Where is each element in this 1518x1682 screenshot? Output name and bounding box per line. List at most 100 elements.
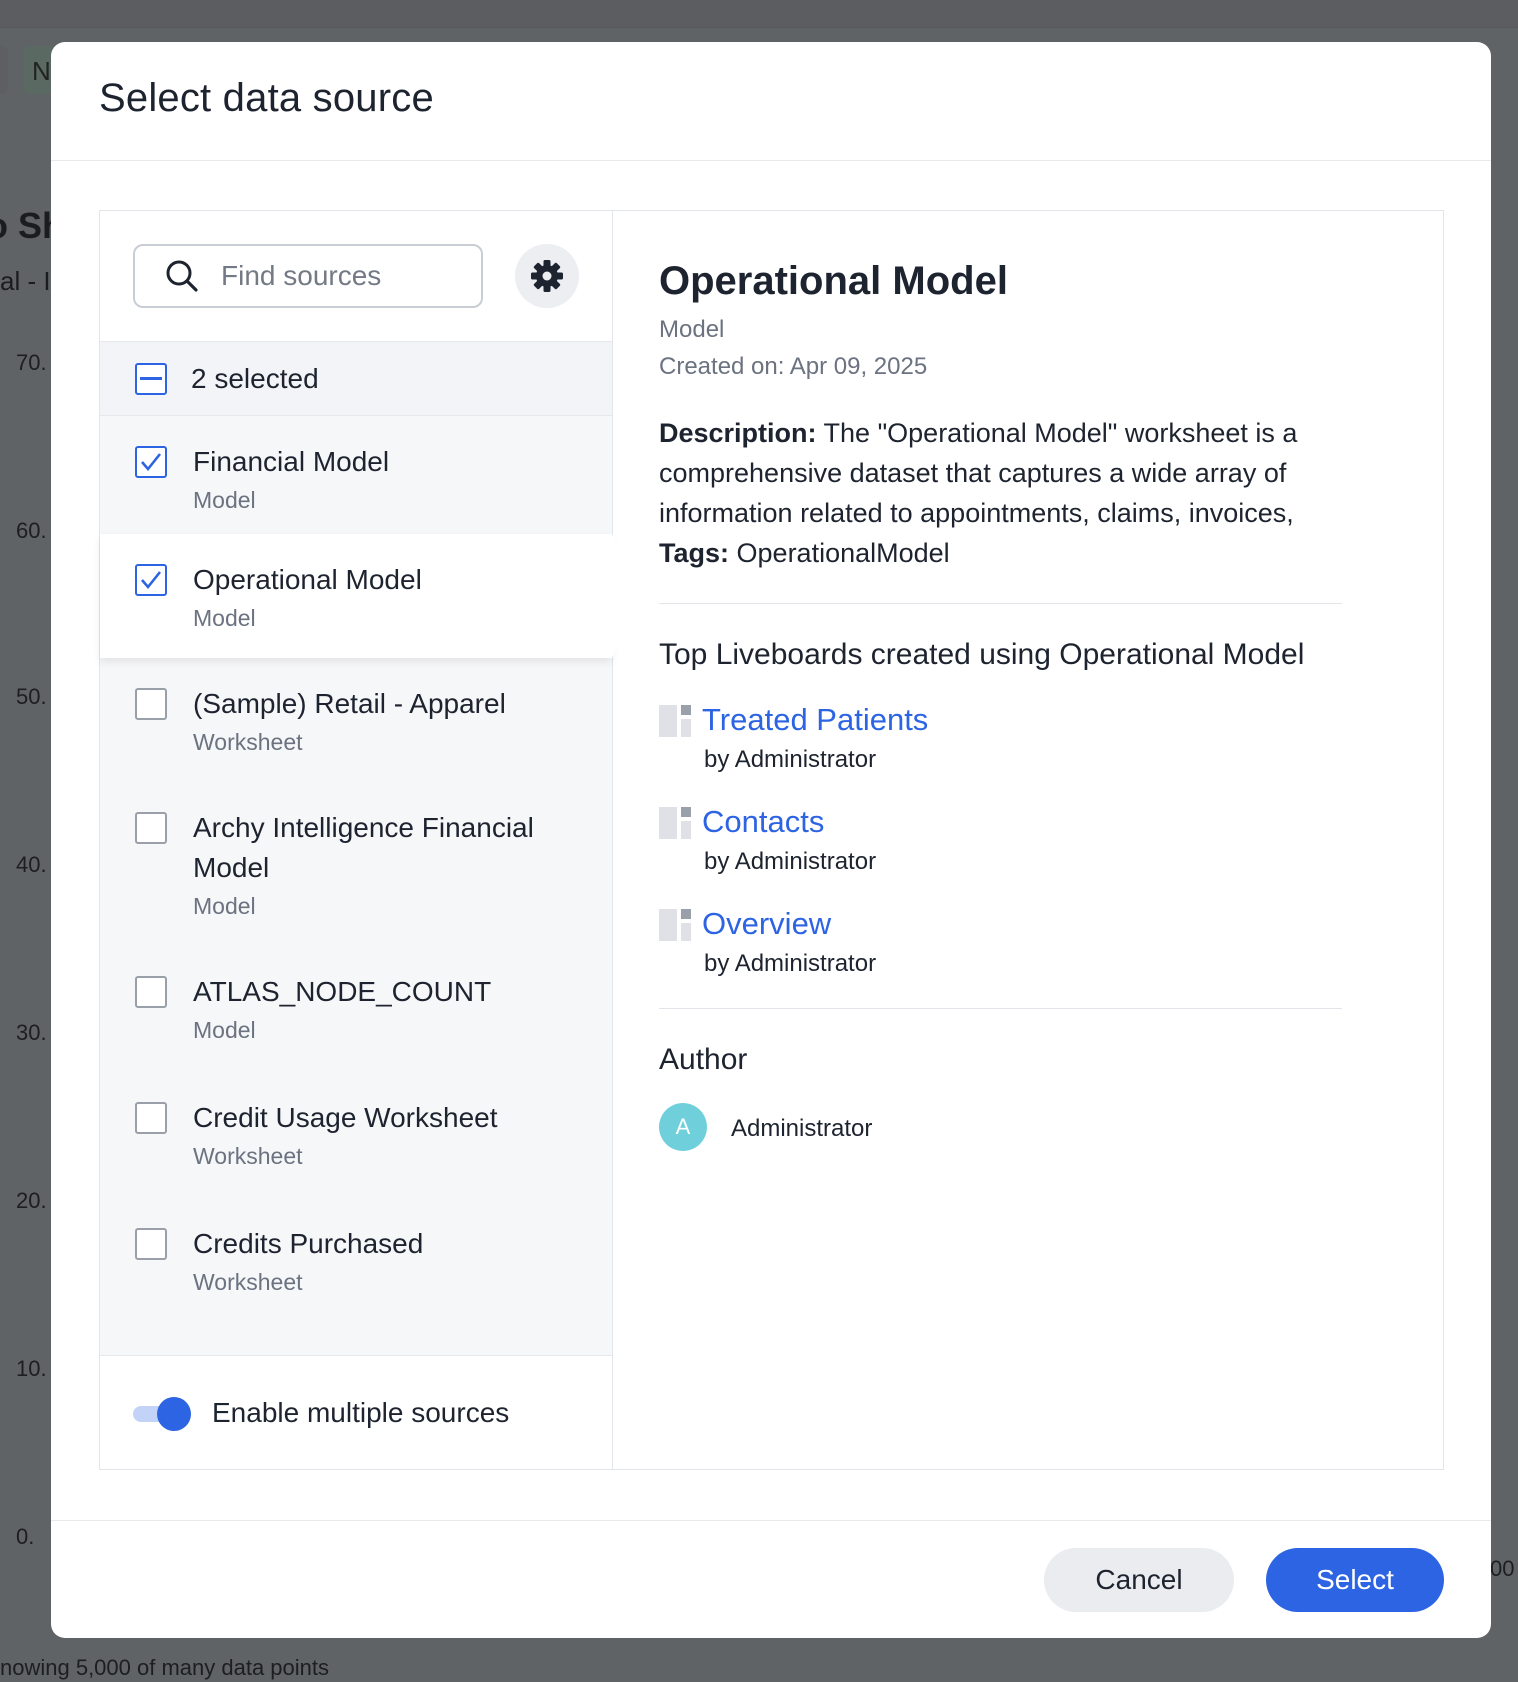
selection-summary-row: 2 selected bbox=[100, 342, 612, 416]
background-y-tick: 20. bbox=[16, 1188, 47, 1213]
source-item-atlas-node-count[interactable]: ATLAS_NODE_COUNT Model bbox=[100, 946, 612, 1072]
source-checkbox[interactable] bbox=[135, 976, 167, 1008]
background-y-tick: 40. bbox=[16, 852, 47, 877]
avatar: A bbox=[659, 1103, 707, 1151]
source-item-text: Credits Purchased Worksheet bbox=[193, 1224, 423, 1318]
background-subtitle: al - I bbox=[0, 266, 51, 296]
cancel-button[interactable]: Cancel bbox=[1044, 1548, 1234, 1612]
description-label: Description: bbox=[659, 418, 817, 448]
source-item-sample-retail-apparel[interactable]: (Sample) Retail - Apparel Worksheet bbox=[100, 658, 612, 782]
select-data-source-modal: Select data source Find sources 2 select… bbox=[51, 42, 1491, 1638]
background-footer-text: nowing 5,000 of many data points bbox=[0, 1655, 330, 1680]
source-name: (Sample) Retail - Apparel bbox=[193, 688, 506, 719]
author-name: Administrator bbox=[731, 1115, 873, 1142]
liveboard-item: Overview by Administrator bbox=[659, 906, 1397, 978]
search-input[interactable] bbox=[221, 260, 451, 292]
liveboard-row: Overview bbox=[659, 906, 1397, 942]
modal-footer: Cancel Select bbox=[51, 1520, 1491, 1638]
background-pill-edge bbox=[0, 46, 8, 94]
detail-description: Description: The "Operational Model" wor… bbox=[659, 413, 1397, 533]
liveboard-author: by Administrator bbox=[704, 848, 877, 875]
detail-created-date: Created on: Apr 09, 2025 bbox=[659, 353, 928, 380]
source-item-financial-model[interactable]: Financial Model Model bbox=[100, 416, 612, 534]
background-y-tick: 60. bbox=[16, 518, 47, 543]
source-type: Model bbox=[193, 1017, 256, 1043]
settings-button[interactable] bbox=[515, 244, 579, 308]
indeterminate-icon bbox=[140, 377, 162, 380]
source-item-text: Operational Model Model bbox=[193, 560, 422, 658]
liveboard-link-contacts[interactable]: Contacts bbox=[702, 804, 824, 840]
selected-count-label: 2 selected bbox=[191, 362, 319, 394]
source-name: Credits Purchased bbox=[193, 1228, 424, 1259]
source-details-panel: Operational Model Model Created on: Apr … bbox=[613, 211, 1443, 1469]
source-checkbox[interactable] bbox=[135, 688, 167, 720]
background-y-tick: 70. bbox=[16, 350, 47, 375]
source-name: Archy Intelligence Financial Model bbox=[193, 812, 534, 883]
source-checkbox[interactable] bbox=[135, 564, 167, 596]
multiple-sources-toggle[interactable] bbox=[133, 1396, 191, 1431]
detail-title: Operational Model bbox=[659, 259, 1008, 303]
sources-panel: 2 selected Financial Model Model bbox=[100, 211, 638, 1469]
detail-tags: Tags: OperationalModel bbox=[659, 533, 1397, 573]
source-item-credits-purchased[interactable]: Credits Purchased Worksheet bbox=[100, 1198, 612, 1318]
source-item-operational-model[interactable]: Operational Model Model bbox=[100, 534, 638, 658]
source-item-credit-usage-worksheet[interactable]: Credit Usage Worksheet Worksheet bbox=[100, 1072, 612, 1198]
liveboard-icon bbox=[659, 703, 693, 737]
source-checkbox[interactable] bbox=[135, 1228, 167, 1260]
liveboard-author: by Administrator bbox=[704, 746, 877, 773]
modal-title: Select data source bbox=[99, 76, 434, 120]
search-box[interactable] bbox=[133, 244, 483, 308]
source-item-text: ATLAS_NODE_COUNT Model bbox=[193, 972, 491, 1072]
source-name: Operational Model bbox=[193, 564, 422, 595]
source-item-text: Archy Intelligence Financial Model Model bbox=[193, 808, 573, 946]
author-section-title: Author bbox=[659, 1043, 748, 1076]
multiple-sources-row: Enable multiple sources bbox=[100, 1355, 612, 1469]
source-name: Financial Model bbox=[193, 446, 390, 477]
liveboard-author: by Administrator bbox=[704, 950, 877, 977]
liveboard-row: Contacts bbox=[659, 804, 1397, 840]
source-type: Worksheet bbox=[193, 1143, 303, 1169]
gear-icon bbox=[529, 258, 565, 294]
tags-text: OperationalModel bbox=[736, 538, 950, 568]
source-item-text: Credit Usage Worksheet Worksheet bbox=[193, 1098, 498, 1198]
background-y-tick: 10. bbox=[16, 1356, 47, 1381]
sources-list: Financial Model Model Operational Model … bbox=[100, 416, 638, 1318]
background-y-tick: 50. bbox=[16, 684, 47, 709]
liveboard-link-overview[interactable]: Overview bbox=[702, 906, 831, 942]
background-x-tick: 00 bbox=[1490, 1556, 1515, 1581]
background-y-tick: 0. bbox=[16, 1524, 35, 1549]
search-row bbox=[100, 211, 612, 342]
source-item-text: (Sample) Retail - Apparel Worksheet bbox=[193, 684, 506, 782]
liveboard-item: Contacts by Administrator bbox=[659, 804, 1397, 876]
source-type: Model bbox=[193, 893, 256, 919]
divider bbox=[659, 1008, 1342, 1009]
source-type: Worksheet bbox=[193, 1269, 303, 1295]
check-icon bbox=[141, 571, 162, 590]
modal-content: 2 selected Financial Model Model bbox=[99, 210, 1444, 1470]
modal-header: Select data source bbox=[51, 42, 1491, 161]
source-checkbox[interactable] bbox=[135, 1102, 167, 1134]
liveboard-row: Treated Patients bbox=[659, 702, 1397, 738]
liveboard-icon bbox=[659, 805, 693, 839]
tags-label: Tags: bbox=[659, 538, 730, 568]
source-item-text: Financial Model Model bbox=[193, 442, 389, 534]
background-topbar bbox=[0, 0, 1518, 28]
detail-type: Model bbox=[659, 316, 725, 343]
source-type: Model bbox=[193, 605, 256, 631]
source-name: Credit Usage Worksheet bbox=[193, 1102, 498, 1133]
liveboard-icon bbox=[659, 907, 693, 941]
liveboard-link-treated-patients[interactable]: Treated Patients bbox=[702, 702, 928, 738]
source-type: Worksheet bbox=[193, 729, 303, 755]
source-type: Model bbox=[193, 487, 256, 513]
select-button[interactable]: Select bbox=[1266, 1548, 1444, 1612]
check-icon bbox=[141, 453, 162, 472]
source-checkbox[interactable] bbox=[135, 812, 167, 844]
source-name: ATLAS_NODE_COUNT bbox=[193, 976, 492, 1007]
select-all-checkbox[interactable] bbox=[135, 362, 167, 395]
liveboard-item: Treated Patients by Administrator bbox=[659, 702, 1397, 774]
source-item-archy-intelligence-financial-model[interactable]: Archy Intelligence Financial Model Model bbox=[100, 782, 612, 946]
search-icon bbox=[165, 259, 199, 293]
multiple-sources-label: Enable multiple sources bbox=[212, 1396, 510, 1428]
source-checkbox[interactable] bbox=[135, 446, 167, 478]
toggle-knob bbox=[157, 1396, 191, 1431]
